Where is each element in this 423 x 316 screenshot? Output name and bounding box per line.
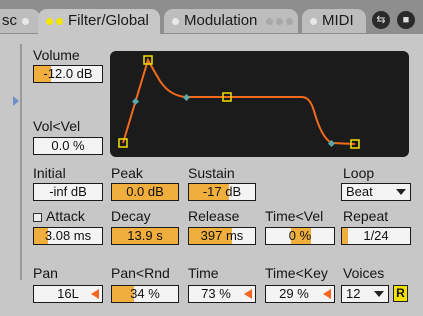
time-vel-label: Time<Vel [265,208,324,224]
tab-bar: sc Filter/Global Modulation MIDI ⇆ ■ [0,0,423,35]
tab-filter-led-1 [46,18,53,25]
envelope-point-decay[interactable] [131,97,140,106]
volume-field[interactable]: -12.0 dB [33,65,103,83]
initial-value: -inf dB [49,184,87,199]
attack-label-text: Attack [46,208,85,224]
envelope-curve [122,57,356,145]
pan-value: 16L [57,286,79,301]
time-key-label: Time<Key [265,265,328,281]
voices-select[interactable]: 12 [341,285,389,303]
decay-label: Decay [111,208,151,224]
vol-vel-label: Vol<Vel [33,118,81,134]
chevron-down-icon [396,189,406,195]
pan-indicator-icon [91,289,99,299]
time-key-value: 29 % [279,286,309,301]
vol-vel-value: 0.0 % [51,138,85,153]
tab-modulation-led-2 [266,18,273,25]
envelope-graph [118,55,360,149]
repeat-value: 1/24 [363,228,389,243]
pan-rnd-label: Pan<Rnd [111,265,170,281]
loop-select[interactable]: Beat [341,183,411,201]
tab-label-filter-global: Filter/Global [68,12,149,29]
release-value: 397 ms [200,228,244,243]
tab-modulation-led-4 [286,18,293,25]
repeat-field[interactable]: 1/24 [341,227,411,245]
time-field[interactable]: 73 % [188,285,256,303]
repeat-label: Repeat [343,208,389,224]
time-indicator-icon [244,289,252,299]
pan-label: Pan [33,265,58,281]
time-key-field[interactable]: 29 % [265,285,335,303]
voices-value: 12 [346,286,361,301]
repeat-fill [342,228,349,244]
retrigger-button[interactable]: R [393,285,408,302]
initial-label: Initial [33,165,66,181]
tab-osc-led [22,18,29,25]
tab-modulation-led-3 [276,18,283,25]
tab-label-osc: sc [2,12,17,29]
attack-field[interactable]: 3.08 ms [33,227,103,245]
loop-value: Beat [346,184,373,199]
save-icon[interactable]: ■ [397,11,415,29]
initial-field[interactable]: -inf dB [33,183,103,201]
sustain-field[interactable]: -17 dB [188,183,256,201]
time-value: 73 % [201,286,231,301]
volume-label: Volume [33,47,80,63]
expand-arrow-icon[interactable] [13,96,19,106]
tab-midi-led [310,18,317,25]
decay-field[interactable]: 13.9 s [111,227,179,245]
pan-rnd-value: 34 % [130,286,160,301]
envelope-display[interactable] [110,51,409,157]
tab-label-modulation: Modulation [184,12,258,29]
voices-chevron-down-icon [374,291,384,297]
sustain-value: -17 dB [202,184,242,199]
attack-label: Attack [33,208,85,224]
peak-value: 0.0 dB [126,184,164,199]
pan-rnd-field[interactable]: 34 % [111,285,179,303]
vol-vel-field[interactable]: 0.0 % [33,137,103,155]
time-vel-field[interactable]: 0 % [265,227,335,245]
volume-value: -12.0 dB [43,66,93,81]
time-key-indicator-icon [323,289,331,299]
hotswap-icon[interactable]: ⇆ [372,11,390,29]
envelope-point-sustain-diamond[interactable] [182,93,191,102]
peak-field[interactable]: 0.0 dB [111,183,179,201]
attack-checkbox[interactable] [33,212,42,222]
tab-modulation[interactable]: Modulation [164,9,298,33]
release-field[interactable]: 397 ms [188,227,256,245]
panel-divider [20,44,22,280]
time-vel-value: 0 % [288,228,312,243]
tab-label-midi: MIDI [322,12,354,29]
tab-filter-led-2 [56,18,63,25]
tab-modulation-led [172,18,179,25]
loop-label: Loop [343,165,375,181]
tab-filter-global[interactable]: Filter/Global [38,9,160,35]
decay-value: 13.9 s [127,228,163,243]
pan-field[interactable]: 16L [33,285,103,303]
sustain-label: Sustain [188,165,235,181]
tab-osc[interactable]: sc [0,9,40,33]
peak-label: Peak [111,165,143,181]
tab-midi[interactable]: MIDI [302,9,366,33]
release-label: Release [188,208,240,224]
time-label: Time [188,265,219,281]
voices-label: Voices [343,265,385,281]
attack-value: 3.08 ms [44,228,92,243]
